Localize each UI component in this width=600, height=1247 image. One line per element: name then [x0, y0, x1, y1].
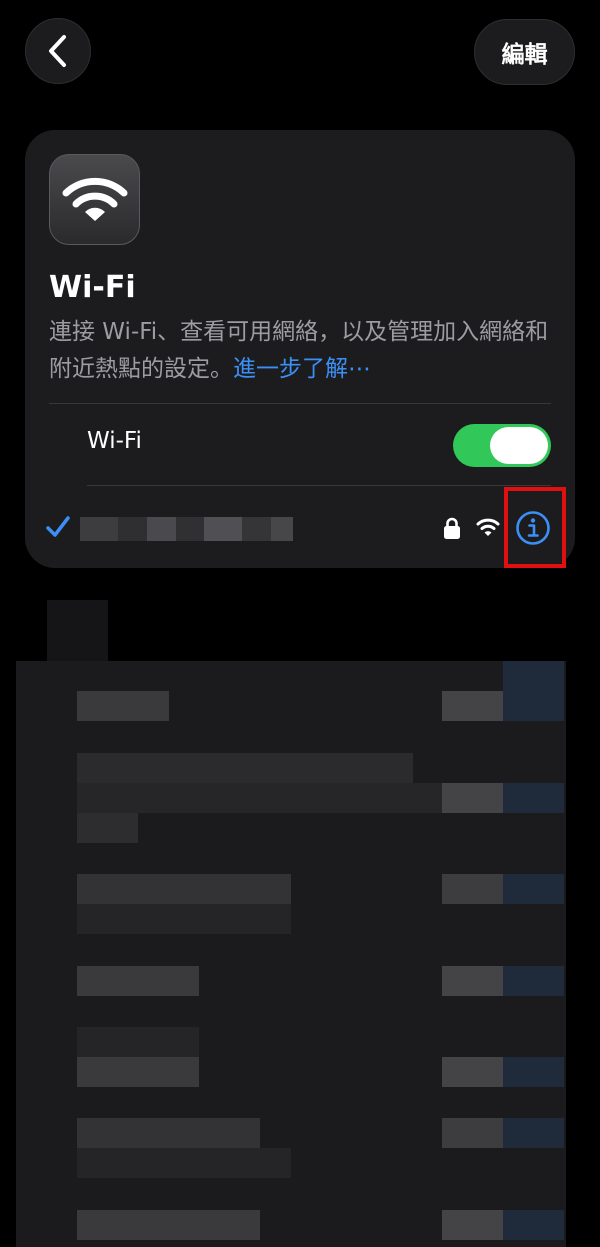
- wifi-settings-card: Wi-Fi 連接 Wi-Fi、查看可用網絡，以及管理加入網絡和附近熱點的設定。進…: [25, 130, 575, 568]
- chevron-left-icon: [49, 35, 66, 67]
- description-text: 連接 Wi-Fi、查看可用網絡，以及管理加入網絡和附近熱點的設定。進一步了解⋯: [49, 314, 554, 388]
- wifi-icon: [62, 177, 127, 221]
- back-button[interactable]: [25, 18, 91, 84]
- divider: [49, 403, 551, 404]
- wifi-toggle[interactable]: [453, 424, 551, 467]
- info-button-highlight: [504, 487, 566, 568]
- checkmark-icon: [46, 516, 70, 537]
- learn-more-link[interactable]: 進一步了解⋯: [233, 356, 371, 382]
- wifi-app-icon: [49, 154, 140, 245]
- lock-icon: [444, 517, 460, 539]
- edit-button[interactable]: 編輯: [474, 19, 575, 85]
- divider: [87, 485, 551, 486]
- wifi-toggle-label: Wi-Fi: [87, 428, 142, 454]
- toggle-knob: [490, 427, 548, 464]
- other-networks-list-obscured: [0, 600, 600, 1247]
- wifi-signal-icon: [476, 518, 500, 536]
- page-title: Wi-Fi: [49, 270, 136, 305]
- connected-network-name[interactable]: [80, 517, 293, 541]
